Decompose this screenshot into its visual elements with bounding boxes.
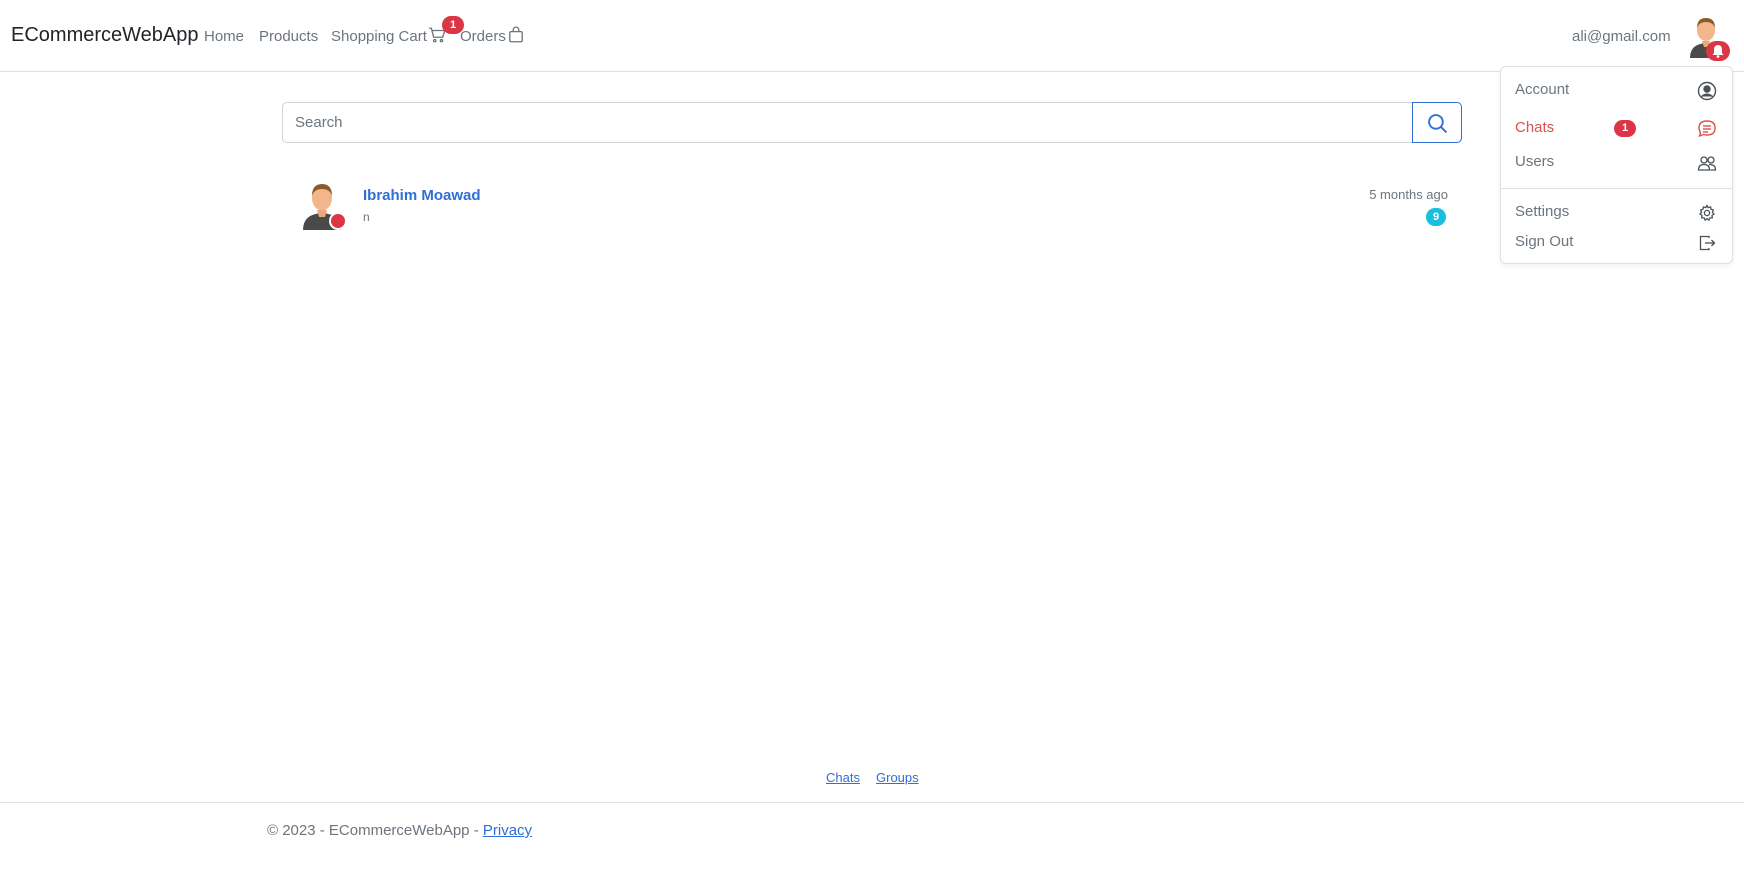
footer: © 2023 - ECommerceWebApp - Privacy: [267, 822, 532, 839]
nav-products-link[interactable]: Products: [259, 28, 318, 45]
sign-out-icon: [1699, 235, 1716, 251]
chats-count-badge: 1: [1614, 120, 1636, 137]
dropdown-item-users[interactable]: Users: [1501, 147, 1732, 177]
dropdown-divider: [1501, 188, 1732, 189]
shopping-bag-icon[interactable]: [507, 26, 525, 44]
user-email: ali@gmail.com: [1572, 28, 1671, 45]
dropdown-item-label: Sign Out: [1515, 233, 1574, 250]
search-button[interactable]: [1412, 102, 1462, 143]
last-message-time: 5 months ago: [1369, 187, 1448, 202]
offline-status-indicator: [329, 212, 347, 230]
dropdown-item-label: Users: [1515, 153, 1555, 170]
dropdown-item-label: Account: [1515, 81, 1570, 98]
navbar: ECommerceWebApp Home Products Shopping C…: [0, 0, 1744, 72]
chat-list-item[interactable]: Ibrahim Moawad n 5 months ago 9: [282, 168, 1462, 238]
dropdown-item-settings[interactable]: Settings: [1501, 197, 1732, 227]
user-dropdown-menu: Account Chats 1 Users Settings Sign Out: [1500, 66, 1733, 264]
people-icon: [1697, 156, 1717, 171]
footer-groups-link[interactable]: Groups: [876, 770, 919, 785]
dropdown-item-label: Settings: [1515, 203, 1570, 220]
search-icon: [1428, 114, 1448, 134]
nav-orders-link[interactable]: Orders: [460, 28, 506, 45]
contact-name[interactable]: Ibrahim Moawad: [363, 187, 481, 204]
nav-cart-link[interactable]: Shopping Cart: [331, 28, 427, 45]
notification-badge[interactable]: [1706, 41, 1730, 61]
brand-logo[interactable]: ECommerceWebApp: [11, 24, 198, 47]
dropdown-item-account[interactable]: Account: [1501, 75, 1732, 105]
gear-icon: [1699, 204, 1715, 222]
last-message-preview: n: [363, 210, 370, 224]
bell-icon: [1712, 45, 1724, 58]
chat-icon: [1698, 120, 1716, 138]
unread-count-badge: 9: [1426, 208, 1446, 226]
copyright-text: © 2023 - ECommerceWebApp -: [267, 822, 483, 839]
dropdown-item-label: Chats: [1515, 119, 1555, 136]
search-input[interactable]: [282, 102, 1413, 143]
nav-home-link[interactable]: Home: [204, 28, 244, 45]
footer-chats-link[interactable]: Chats: [826, 770, 860, 785]
search-bar: [282, 102, 1462, 143]
dropdown-item-chats[interactable]: Chats 1: [1501, 113, 1732, 143]
person-circle-icon: [1697, 81, 1717, 101]
footer-divider: [0, 802, 1744, 803]
dropdown-item-sign-out[interactable]: Sign Out: [1501, 227, 1732, 257]
privacy-link[interactable]: Privacy: [483, 822, 532, 839]
